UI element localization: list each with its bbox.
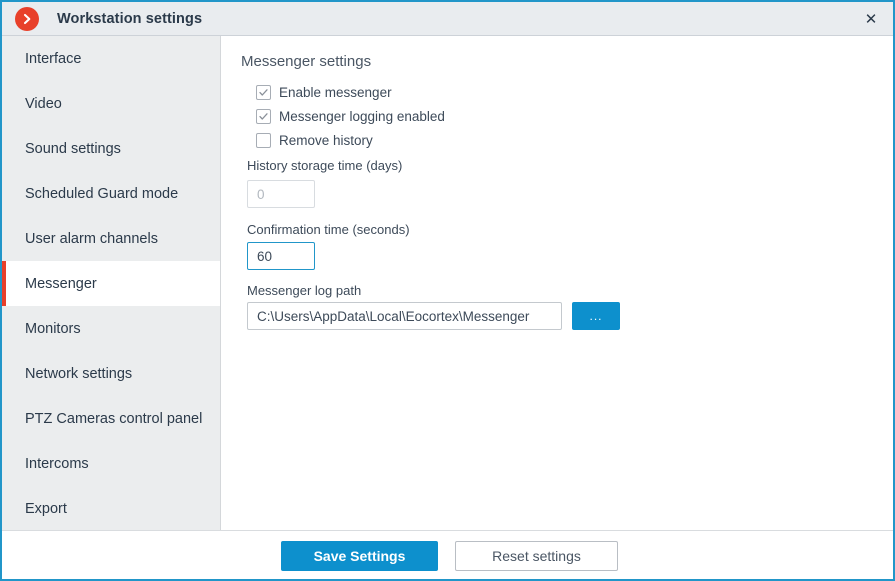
field-label: History storage time (days) xyxy=(247,158,403,173)
page-title: Messenger settings xyxy=(241,53,372,70)
sidebar-active-accent-bar xyxy=(2,306,6,351)
sidebar-active-accent-bar xyxy=(2,261,6,306)
sidebar-item-user-alarm-channels[interactable]: User alarm channels xyxy=(2,216,220,261)
settings-sidebar: Interface Video Sound settings Scheduled Gu… xyxy=(2,36,221,530)
window-title: Workstation settings xyxy=(57,10,203,27)
save-settings-button[interactable]: Save Settings xyxy=(281,541,438,571)
app-logo-chevron-right-icon xyxy=(15,6,39,31)
sidebar-item-label: PTZ Cameras control panel xyxy=(25,410,203,427)
sidebar-active-accent-bar xyxy=(2,216,6,261)
sidebar-item-label: Messenger xyxy=(25,275,97,292)
sidebar-item-label: Export xyxy=(25,500,67,517)
title-bar: Workstation settings ✕ xyxy=(2,2,893,36)
field-label: Messenger log path xyxy=(247,283,362,298)
empty-checkbox-icon[interactable] xyxy=(256,132,271,148)
sidebar-item-intercoms[interactable]: Intercoms xyxy=(2,441,220,486)
checkmark-icon[interactable] xyxy=(256,108,271,124)
close-icon[interactable]: ✕ xyxy=(849,2,893,35)
sidebar-item-label: Intercoms xyxy=(25,455,89,472)
sidebar-item-video[interactable]: Video xyxy=(2,81,220,126)
sidebar-item-export[interactable]: Export xyxy=(2,486,220,531)
sidebar-active-accent-bar xyxy=(2,36,6,81)
sidebar-item-label: Sound settings xyxy=(25,140,121,157)
checkbox-remove-history[interactable]: Remove history xyxy=(256,131,373,149)
checkbox-enable-messenger[interactable]: Enable messenger xyxy=(256,83,392,101)
sidebar-active-accent-bar xyxy=(2,126,6,171)
checkbox-label: Messenger logging enabled xyxy=(279,108,445,124)
sidebar-active-accent-bar xyxy=(2,171,6,216)
sidebar-item-label: Network settings xyxy=(25,365,133,382)
sidebar-item-label: User alarm channels xyxy=(25,230,158,247)
sidebar-active-accent-bar xyxy=(2,486,6,531)
workstation-settings-window: Workstation settings ✕ Interface Video Sou… xyxy=(0,0,895,581)
sidebar-item-label: Interface xyxy=(25,50,82,67)
sidebar-item-ptz-cameras-control-panel[interactable]: PTZ Cameras control panel xyxy=(2,396,220,441)
main-panel: Messenger settings Enable messenger Messe… xyxy=(222,36,893,530)
sidebar-active-accent-bar xyxy=(2,81,6,126)
sidebar-active-accent-bar xyxy=(2,351,6,396)
input-history-storage-time-days: 0 xyxy=(247,180,315,208)
sidebar-item-messenger[interactable]: Messenger xyxy=(2,261,220,306)
sidebar-item-sound-settings[interactable]: Sound settings xyxy=(2,126,220,171)
field-label: Confirmation time (seconds) xyxy=(247,222,410,237)
sidebar-item-monitors[interactable]: Monitors xyxy=(2,306,220,351)
sidebar-active-accent-bar xyxy=(2,396,6,441)
checkmark-icon[interactable] xyxy=(256,84,271,100)
sidebar-item-label: Monitors xyxy=(25,320,81,337)
sidebar-item-scheduled-guard-mode[interactable]: Scheduled Guard mode xyxy=(2,171,220,216)
dialog-footer: Save Settings Reset settings xyxy=(2,530,893,579)
reset-settings-button[interactable]: Reset settings xyxy=(455,541,618,571)
input-confirmation-time-seconds[interactable]: 60 xyxy=(247,242,315,270)
sidebar-active-accent-bar xyxy=(2,441,6,486)
browse-path-button[interactable]: ... xyxy=(572,302,620,330)
input-messenger-log-path[interactable]: C:\Users\AppData\Local\Eocortex\Messenge… xyxy=(247,302,562,330)
checkbox-messenger-logging-enabled[interactable]: Messenger logging enabled xyxy=(256,107,445,125)
checkbox-label: Enable messenger xyxy=(279,84,392,100)
sidebar-item-label: Scheduled Guard mode xyxy=(25,185,179,202)
sidebar-item-network-settings[interactable]: Network settings xyxy=(2,351,220,396)
sidebar-item-interface[interactable]: Interface xyxy=(2,36,220,81)
checkbox-label: Remove history xyxy=(279,132,373,148)
sidebar-item-label: Video xyxy=(25,95,62,112)
